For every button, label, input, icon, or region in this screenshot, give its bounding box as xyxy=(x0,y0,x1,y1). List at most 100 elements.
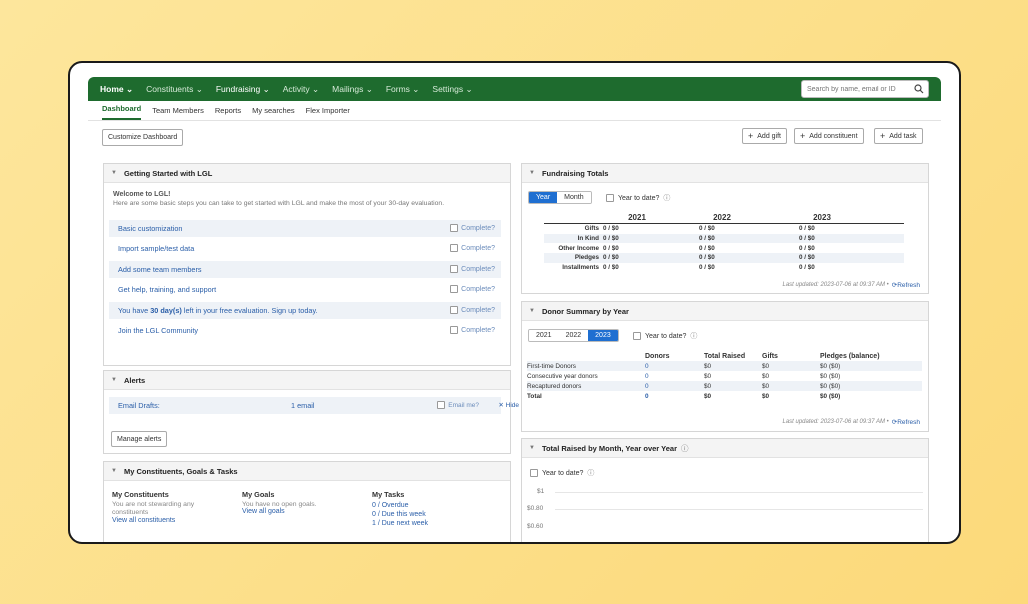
year-2023-button[interactable]: 2023 xyxy=(588,330,618,341)
search-box xyxy=(801,80,929,98)
caret-down-icon[interactable]: ▼ xyxy=(111,377,117,383)
caret-down-icon[interactable]: ▼ xyxy=(529,308,535,314)
complete-checkbox[interactable]: Complete? xyxy=(450,285,495,293)
alerts-header[interactable]: ▼ Alerts xyxy=(104,371,510,390)
add-gift-button[interactable]: + Add gift xyxy=(742,128,788,144)
toggle-year[interactable]: Year xyxy=(529,192,558,203)
list-item: You have 30 day(s) left in your free eva… xyxy=(109,302,501,319)
nav-activity[interactable]: Activity ⌄ xyxy=(283,84,319,95)
email-drafts-label[interactable]: Email Drafts: xyxy=(118,401,291,410)
tab-my-searches[interactable]: My searches xyxy=(252,106,295,120)
nav-constituents[interactable]: Constituents ⌄ xyxy=(146,84,203,95)
table-row: In Kind 0 / $0 0 / $0 0 / $0 xyxy=(544,233,904,244)
nav-mailings[interactable]: Mailings ⌄ xyxy=(332,84,373,95)
gridline xyxy=(555,509,923,510)
help-icon[interactable]: ⓘ xyxy=(587,468,594,478)
caret-down-icon[interactable]: ▼ xyxy=(111,468,117,474)
tab-flex-importer[interactable]: Flex Importer xyxy=(306,106,350,120)
nav-forms[interactable]: Forms ⌄ xyxy=(386,84,420,95)
year-2022-header: 2022 xyxy=(713,213,731,222)
my-goals-section: My Goals You have no open goals. View al… xyxy=(242,490,362,515)
evaluation-signup-link[interactable]: You have 30 day(s) left in your free eva… xyxy=(118,306,318,315)
caret-down-icon[interactable]: ▼ xyxy=(529,170,535,176)
year-2022-button[interactable]: 2022 xyxy=(558,330,589,341)
search-input[interactable] xyxy=(807,85,917,93)
caret-down-icon[interactable]: ▼ xyxy=(529,445,535,451)
table-row: Pledges 0 / $0 0 / $0 0 / $0 xyxy=(544,253,904,263)
nav-fundraising[interactable]: Fundraising ⌄ xyxy=(216,84,270,95)
raised-by-month-header[interactable]: ▼ Total Raised by Month, Year over Year ⓘ xyxy=(522,439,928,458)
donor-summary-header[interactable]: ▼ Donor Summary by Year xyxy=(522,302,928,321)
plus-icon: + xyxy=(880,131,886,141)
add-team-members-link[interactable]: Add some team members xyxy=(118,265,202,274)
add-task-button[interactable]: + Add task xyxy=(874,128,923,144)
getting-started-panel: ▼ Getting Started with LGL Welcome to LGL… xyxy=(103,163,511,366)
basic-customization-link[interactable]: Basic customization xyxy=(118,224,182,233)
y-tick-label: $1 xyxy=(537,488,545,495)
table-row: Gifts 0 / $0 0 / $0 0 / $0 xyxy=(584,225,815,233)
help-training-link[interactable]: Get help, training, and support xyxy=(118,285,216,294)
caret-down-icon[interactable]: ▼ xyxy=(111,170,117,176)
y-tick-label: $0.80 xyxy=(527,505,544,512)
complete-checkbox[interactable]: Complete? xyxy=(450,265,495,273)
table-row: Other Income 0 / $0 0 / $0 0 / $0 xyxy=(558,244,815,252)
toggle-month[interactable]: Month xyxy=(557,192,591,203)
table-row-total: Total 0 $0 $0 $0 ($0) xyxy=(527,392,841,400)
tab-dashboard[interactable]: Dashboard xyxy=(102,104,142,120)
tab-reports[interactable]: Reports xyxy=(215,106,241,120)
complete-checkbox[interactable]: Complete? xyxy=(450,326,495,334)
tab-team-members[interactable]: Team Members xyxy=(152,106,204,120)
lgl-community-link[interactable]: Join the LGL Community xyxy=(118,326,198,335)
top-navigation: Home ⌄ Constituents ⌄ Fundraising ⌄ Acti… xyxy=(88,77,941,101)
help-icon[interactable]: ⓘ xyxy=(690,331,697,341)
table-header: Donors Total Raised Gifts Pledges (balance) xyxy=(645,352,880,360)
year-to-date-checkbox[interactable]: Year to date? ⓘ xyxy=(606,193,670,203)
year-2021-button[interactable]: 2021 xyxy=(529,330,559,341)
goals-tasks-panel: ▼ My Constituents, Goals & Tasks My Const… xyxy=(103,461,511,542)
add-constituent-button[interactable]: + Add constituent xyxy=(794,128,864,144)
my-constituents-section: My Constituents You are not stewarding a… xyxy=(112,490,232,524)
alert-row: Email Drafts: 1 email Email me? ✕ Hide xyxy=(109,397,519,414)
y-tick-label: $0.60 xyxy=(527,523,544,530)
raised-by-month-panel: ▼ Total Raised by Month, Year over Year ⓘ … xyxy=(521,438,929,542)
customize-dashboard-button[interactable]: Customize Dashboard xyxy=(102,129,184,146)
year-to-date-checkbox[interactable]: Year to date? ⓘ xyxy=(530,468,594,478)
overdue-tasks-link[interactable]: 0 / Overdue xyxy=(372,501,492,510)
due-next-week-link[interactable]: 1 / Due next week xyxy=(372,519,492,528)
nav-settings[interactable]: Settings ⌄ xyxy=(432,84,472,95)
help-icon[interactable]: ⓘ xyxy=(681,443,689,454)
hide-alert-button[interactable]: ✕ Hide xyxy=(498,401,519,409)
last-updated-text: Last updated: 2023-07-06 at 09:37 AM • xyxy=(782,419,889,425)
donor-summary-table: Donors Total Raised Gifts Pledges (balance)… xyxy=(527,351,922,401)
my-tasks-title: My Tasks xyxy=(372,490,405,499)
manage-alerts-button[interactable]: Manage alerts xyxy=(111,431,168,447)
list-item: Import sample/test data Complete? xyxy=(109,240,501,257)
refresh-button[interactable]: ⟳Refresh xyxy=(892,418,920,426)
getting-started-header[interactable]: ▼ Getting Started with LGL xyxy=(104,164,510,183)
help-icon[interactable]: ⓘ xyxy=(663,193,670,203)
fundraising-totals-panel: ▼ Fundraising Totals Year Month Year to d… xyxy=(521,163,929,294)
view-all-goals-link[interactable]: View all goals xyxy=(242,508,362,515)
complete-checkbox[interactable]: Complete? xyxy=(450,224,495,232)
complete-checkbox[interactable]: Complete? xyxy=(450,244,495,252)
app-window: Home ⌄ Constituents ⌄ Fundraising ⌄ Acti… xyxy=(68,61,961,544)
donor-summary-panel: ▼ Donor Summary by Year 2021 2022 2023 Ye… xyxy=(521,301,929,432)
email-me-checkbox[interactable]: Email me? xyxy=(437,401,479,409)
welcome-heading: Welcome to LGL! xyxy=(113,191,171,198)
last-updated-row: Last updated: 2023-07-06 at 09:37 AM • ⟳… xyxy=(782,281,920,289)
nav-home[interactable]: Home ⌄ xyxy=(100,84,133,95)
email-drafts-count[interactable]: 1 email xyxy=(291,401,315,410)
complete-checkbox[interactable]: Complete? xyxy=(450,306,495,314)
fundraising-totals-header[interactable]: ▼ Fundraising Totals xyxy=(522,164,928,183)
last-updated-text: Last updated: 2023-07-06 at 09:37 AM • xyxy=(782,282,889,288)
import-data-link[interactable]: Import sample/test data xyxy=(118,244,194,253)
year-to-date-checkbox[interactable]: Year to date? ⓘ xyxy=(633,331,697,341)
goals-tasks-header[interactable]: ▼ My Constituents, Goals & Tasks xyxy=(104,462,510,481)
view-all-constituents-link[interactable]: View all constituents xyxy=(112,517,232,524)
search-icon[interactable] xyxy=(914,84,924,94)
year-2023-header: 2023 xyxy=(813,213,831,222)
refresh-button[interactable]: ⟳Refresh xyxy=(892,281,920,289)
my-constituents-title: My Constituents xyxy=(112,490,169,499)
list-item: Join the LGL Community Complete? xyxy=(109,322,501,339)
due-this-week-link[interactable]: 0 / Due this week xyxy=(372,510,492,519)
